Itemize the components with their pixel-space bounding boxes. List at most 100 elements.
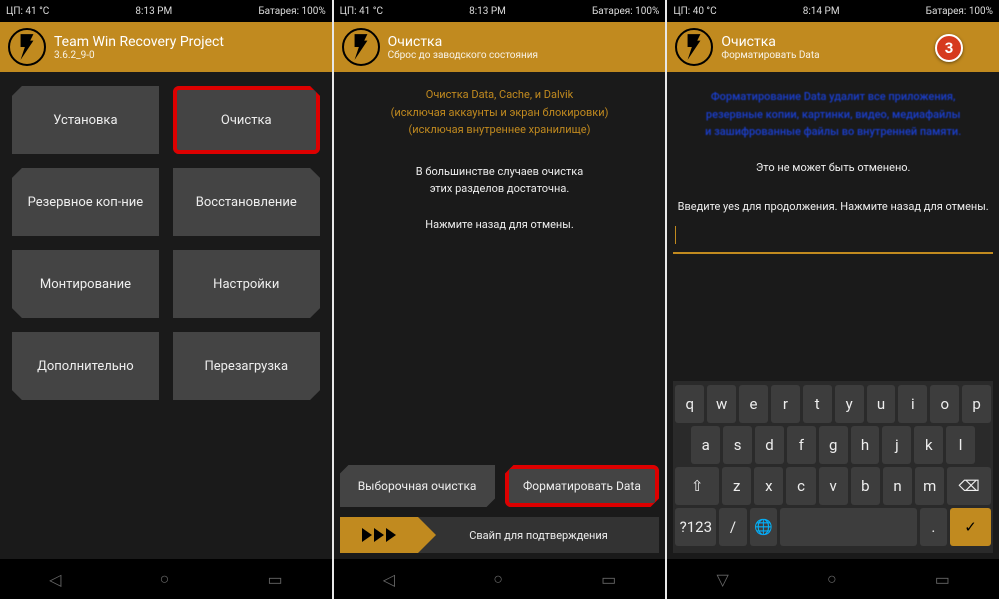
wipe-info-2: этих разделов достаточна.: [340, 180, 660, 198]
navbar: ◁ ○ ▭: [0, 559, 332, 599]
key-a[interactable]: a: [691, 426, 720, 464]
navbar: ▽ ○ ▭: [667, 559, 999, 599]
backup-button[interactable]: Резервное коп-ние: [12, 168, 159, 236]
swipe-label: Свайп для подтверждения: [418, 529, 660, 542]
warning-2: резервные копии, картинки, видео, медиаф…: [673, 106, 993, 124]
key-?123[interactable]: ?123: [675, 508, 716, 546]
swipe-to-confirm[interactable]: Свайп для подтверждения: [340, 517, 660, 553]
nav-home-icon[interactable]: ○: [827, 569, 837, 589]
key-/[interactable]: /: [719, 508, 746, 546]
prompt-text: Введите yes для продолжения. Нажмите наз…: [673, 198, 993, 216]
irreversible-text: Это не может быть отменено.: [673, 159, 993, 177]
key-g[interactable]: g: [819, 426, 848, 464]
annotation-badge-3: 3: [935, 34, 963, 62]
advanced-wipe-button[interactable]: Выборочная очистка: [340, 465, 495, 507]
key-k[interactable]: k: [914, 426, 943, 464]
twrp-logo-icon: [342, 28, 380, 66]
key-p[interactable]: p: [962, 385, 991, 423]
keyboard: qwertyuiop asdfghjkl ⇧zxcvbnm⌫ ?123/🌐 .✓: [673, 381, 993, 553]
key-h[interactable]: h: [851, 426, 880, 464]
wipe-button[interactable]: Очистка: [173, 86, 320, 154]
status-battery: Батарея: 100%: [258, 6, 325, 17]
key-e[interactable]: e: [739, 385, 768, 423]
advanced-button[interactable]: Дополнительно: [12, 332, 159, 400]
key-⇧[interactable]: ⇧: [675, 467, 719, 505]
screen-main: ЦП: 41 °C 8:13 PM Батарея: 100% Team Win…: [0, 0, 332, 599]
wipe-desc-3: (исключая внутреннее хранилище): [340, 121, 660, 139]
header-subtitle: Форматировать Data: [721, 50, 819, 61]
nav-back-icon[interactable]: ◁: [383, 570, 395, 589]
status-battery: Батарея: 100%: [926, 6, 993, 17]
warning-1: Форматирование Data удалит все приложени…: [673, 88, 993, 106]
key-l[interactable]: l: [946, 426, 975, 464]
restore-button[interactable]: Восстановление: [173, 168, 320, 236]
statusbar: ЦП: 41 °C 8:13 PM Батарея: 100%: [0, 0, 332, 22]
settings-button[interactable]: Настройки: [173, 250, 320, 318]
key-d[interactable]: d: [755, 426, 784, 464]
key-q[interactable]: q: [675, 385, 704, 423]
header-subtitle: 3.6.2_9-0: [54, 50, 224, 61]
screen-wipe: ЦП: 41 °C 8:13 PM Батарея: 100% Очистка …: [334, 0, 666, 599]
statusbar: ЦП: 40 °C 8:14 PM Батарея: 100%: [667, 0, 999, 22]
twrp-logo-icon: [8, 28, 46, 66]
key-r[interactable]: r: [771, 385, 800, 423]
status-time: 8:13 PM: [135, 6, 172, 17]
key-i[interactable]: i: [898, 385, 927, 423]
wipe-info-1: В большинстве случаев очистка: [340, 163, 660, 181]
status-cpu: ЦП: 40 °C: [673, 6, 716, 17]
nav-recent-icon[interactable]: ▭: [267, 570, 282, 589]
key-y[interactable]: y: [835, 385, 864, 423]
swipe-handle-icon[interactable]: [340, 517, 418, 553]
header-subtitle: Сброс до заводского состояния: [388, 50, 538, 61]
nav-back-icon[interactable]: ▽: [716, 570, 728, 589]
status-battery: Батарея: 100%: [592, 6, 659, 17]
install-button[interactable]: Установка: [12, 86, 159, 154]
key-v[interactable]: v: [819, 467, 848, 505]
key-✓[interactable]: ✓: [950, 508, 991, 546]
key-f[interactable]: f: [787, 426, 816, 464]
key-w[interactable]: w: [707, 385, 736, 423]
status-cpu: ЦП: 41 °C: [340, 6, 383, 17]
key-🌐[interactable]: 🌐: [750, 508, 777, 546]
status-time: 8:14 PM: [803, 6, 840, 17]
status-cpu: ЦП: 41 °C: [6, 6, 49, 17]
key-z[interactable]: z: [722, 467, 751, 505]
format-data-button[interactable]: Форматировать Data: [505, 465, 660, 507]
key-m[interactable]: m: [915, 467, 944, 505]
header: Team Win Recovery Project 3.6.2_9-0: [0, 22, 332, 72]
key-o[interactable]: o: [930, 385, 959, 423]
warning-3: и зашифрованные файлы во внутренней памя…: [673, 123, 993, 141]
header-title: Очистка: [721, 34, 819, 50]
yes-input[interactable]: [673, 222, 993, 254]
key-u[interactable]: u: [867, 385, 896, 423]
mount-button[interactable]: Монтирование: [12, 250, 159, 318]
wipe-desc-2: (исключая аккаунты и экран блокировки): [340, 104, 660, 122]
key-n[interactable]: n: [883, 467, 912, 505]
screen-format-data: ЦП: 40 °C 8:14 PM Батарея: 100% Очистка …: [667, 0, 999, 599]
key-b[interactable]: b: [851, 467, 880, 505]
header: Очистка Форматировать Data 3: [667, 22, 999, 72]
key-⌫[interactable]: ⌫: [947, 467, 991, 505]
header-title: Team Win Recovery Project: [54, 34, 224, 50]
nav-home-icon[interactable]: ○: [160, 569, 170, 589]
key-c[interactable]: c: [786, 467, 815, 505]
key-x[interactable]: x: [754, 467, 783, 505]
statusbar: ЦП: 41 °C 8:13 PM Батарея: 100%: [334, 0, 666, 22]
reboot-button[interactable]: Перезагрузка: [173, 332, 320, 400]
nav-recent-icon[interactable]: ▭: [935, 570, 950, 589]
key-space[interactable]: [780, 508, 917, 546]
wipe-info-3: Нажмите назад для отмены.: [340, 216, 660, 234]
nav-back-icon[interactable]: ◁: [49, 570, 61, 589]
wipe-desc-1: Очистка Data, Cache, и Dalvik: [340, 86, 660, 104]
nav-home-icon[interactable]: ○: [493, 569, 503, 589]
key-j[interactable]: j: [882, 426, 911, 464]
main-menu: Установка Очистка Резервное коп-ние Восс…: [6, 78, 326, 408]
key-t[interactable]: t: [803, 385, 832, 423]
status-time: 8:13 PM: [469, 6, 506, 17]
nav-recent-icon[interactable]: ▭: [601, 570, 616, 589]
header: Очистка Сброс до заводского состояния: [334, 22, 666, 72]
header-title: Очистка: [388, 34, 538, 50]
key-.[interactable]: .: [920, 508, 947, 546]
key-s[interactable]: s: [723, 426, 752, 464]
twrp-logo-icon: [675, 28, 713, 66]
